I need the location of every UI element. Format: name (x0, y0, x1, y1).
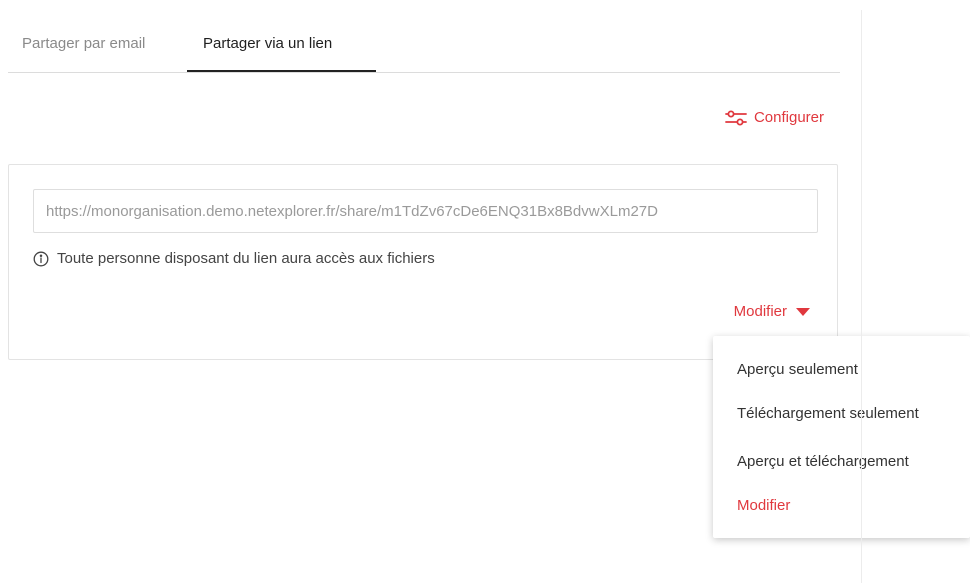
panel-divider (861, 10, 862, 583)
configure-label: Configurer (753, 109, 824, 126)
permission-option-modify[interactable]: Modifier (737, 496, 790, 516)
tab-share-email[interactable]: Partager par email (22, 34, 145, 54)
permission-option-preview-download[interactable]: Aperçu et téléchargement (737, 452, 909, 472)
permission-option-download-only[interactable]: Téléchargement seulement (737, 404, 919, 424)
share-link-card: Toute personne disposant du lien aura ac… (8, 164, 838, 360)
permission-dropdown-toggle[interactable]: Modifier (734, 302, 811, 322)
configure-button[interactable]: Configurer (725, 108, 824, 128)
tab-share-link[interactable]: Partager via un lien (203, 34, 332, 54)
caret-down-icon (795, 307, 811, 317)
share-tabs: Partager par email Partager via un lien (8, 0, 840, 73)
info-circle-icon (33, 251, 49, 267)
share-link-input[interactable] (33, 189, 818, 233)
link-access-info: Toute personne disposant du lien aura ac… (33, 249, 435, 269)
link-access-text: Toute personne disposant du lien aura ac… (57, 250, 435, 267)
active-tab-indicator (187, 70, 376, 72)
permission-option-preview-only[interactable]: Aperçu seulement (737, 360, 858, 380)
share-panel: Partager par email Partager via un lien … (0, 0, 970, 583)
permission-dropdown-menu: Aperçu seulement Téléchargement seulemen… (713, 336, 970, 538)
sliders-icon (725, 110, 747, 126)
permission-toggle-label: Modifier (733, 303, 787, 320)
